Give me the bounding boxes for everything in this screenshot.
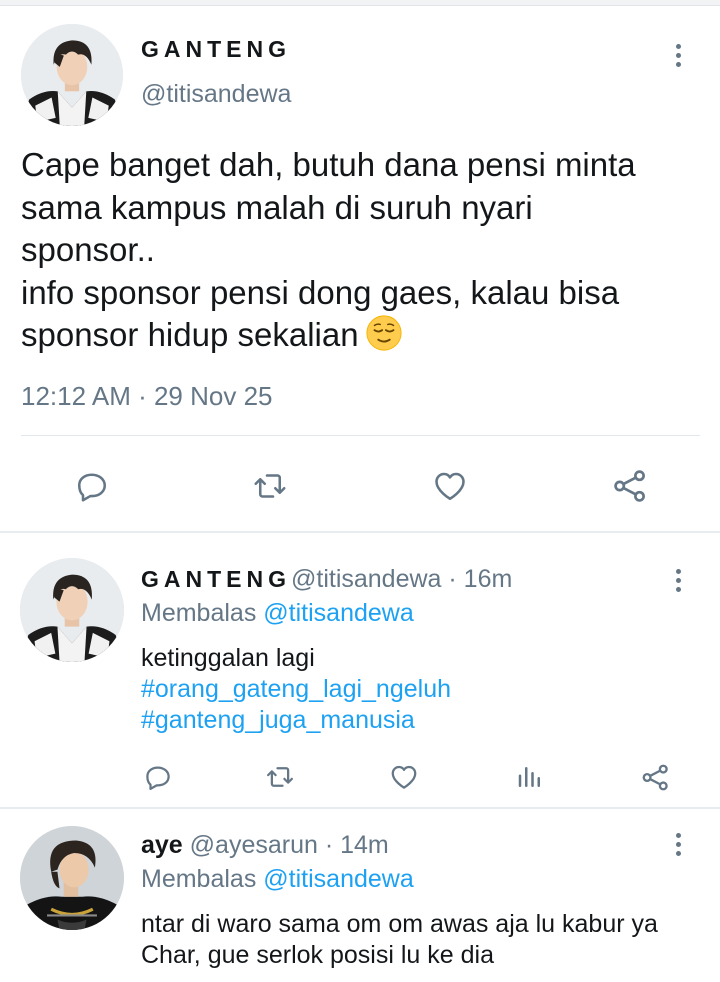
tweet-timestamp[interactable]: 12:12 AM · 29 Nov 25 — [21, 381, 273, 412]
more-options-icon[interactable] — [673, 569, 683, 597]
hashtag-link[interactable]: #orang_gateng_lagi_ngeluh — [141, 674, 701, 705]
header-separator: · — [317, 831, 341, 859]
more-options-icon[interactable] — [673, 833, 683, 861]
like-icon[interactable] — [430, 466, 470, 506]
reply-tweet: GANTENG@titisandewa · 16m Membalas @titi… — [0, 533, 720, 807]
reply-text: ntar di waro sama om om awas aja lu kabu… — [141, 909, 691, 971]
avatar-image — [20, 558, 124, 662]
tweet-text: Cape banget dah, butuh dana pensi minta … — [21, 144, 701, 357]
mention-link[interactable]: @titisandewa — [263, 865, 413, 893]
reply-header: GANTENG@titisandewa · 16m — [141, 565, 512, 594]
reply-age: 14m — [340, 831, 389, 859]
reply-icon[interactable] — [140, 759, 176, 795]
tweet-text-body: Cape banget dah, butuh dana pensi minta … — [21, 146, 636, 353]
user-handle[interactable]: @titisandewa — [291, 565, 441, 593]
share-icon[interactable] — [610, 466, 650, 506]
display-name[interactable]: aye — [141, 831, 183, 859]
replying-to: Membalas @titisandewa — [141, 599, 414, 628]
reply-header: aye @ayesarun · 14m — [141, 831, 389, 860]
display-name[interactable]: GANTENG — [141, 36, 291, 63]
reply-tweet: aye @ayesarun · 14m Membalas @titisandew… — [0, 809, 720, 982]
relieved-face-icon — [365, 314, 403, 352]
replying-prefix: Membalas — [141, 599, 257, 627]
replying-to: Membalas @titisandewa — [141, 865, 414, 894]
analytics-icon[interactable] — [512, 759, 548, 795]
more-options-icon[interactable] — [673, 44, 683, 72]
avatar[interactable] — [20, 826, 124, 930]
main-tweet: GANTENG @titisandewa Cape banget dah, bu… — [0, 6, 720, 531]
avatar-image — [20, 826, 124, 930]
like-icon[interactable] — [386, 759, 422, 795]
header-separator: · — [441, 565, 464, 593]
display-name[interactable]: GANTENG — [141, 566, 291, 592]
reply-body: ntar di waro sama om om awas aja lu kabu… — [141, 910, 658, 969]
avatar-image — [21, 24, 123, 126]
user-handle[interactable]: @titisandewa — [141, 80, 291, 109]
retweet-icon[interactable] — [262, 759, 298, 795]
reply-icon[interactable] — [72, 466, 112, 506]
mention-link[interactable]: @titisandewa — [263, 599, 413, 627]
divider — [21, 435, 700, 436]
share-icon[interactable] — [637, 759, 673, 795]
replying-prefix: Membalas — [141, 865, 257, 893]
reply-body: ketinggalan lagi — [141, 644, 315, 672]
reply-text: ketinggalan lagi #orang_gateng_lagi_ngel… — [141, 643, 701, 736]
meta-separator: · — [130, 381, 154, 411]
avatar[interactable] — [21, 24, 123, 126]
user-handle[interactable]: @ayesarun — [190, 831, 318, 859]
tweet-time: 12:12 AM — [21, 381, 131, 411]
hashtag-link[interactable]: #ganteng_juga_manusia — [141, 705, 701, 736]
tweet-date: 29 Nov 25 — [153, 381, 273, 411]
reply-age: 16m — [463, 565, 513, 593]
retweet-icon[interactable] — [250, 466, 290, 506]
avatar[interactable] — [20, 558, 124, 662]
